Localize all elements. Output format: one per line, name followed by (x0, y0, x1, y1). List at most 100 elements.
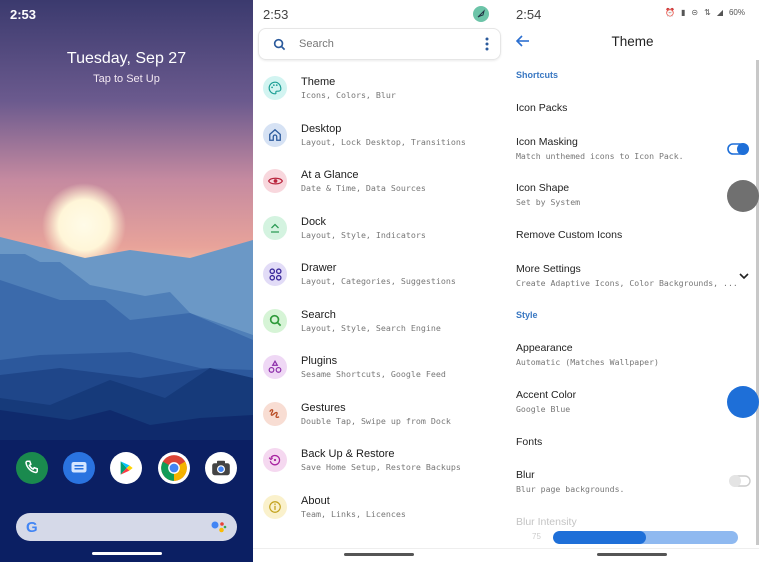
restore-icon (268, 455, 281, 466)
status-time: 2:53 (263, 7, 289, 22)
settings-screen: 2:53 Search Theme Icons, Colors, Blur Des… (253, 0, 506, 562)
dock (0, 452, 253, 484)
dnd-icon: ⊝ (691, 8, 699, 17)
lock-screen: 2:53 Tuesday, Sep 27 Tap to Set Up G (0, 0, 253, 562)
row-subtitle: Automatic (Matches Wallpaper) (516, 357, 659, 367)
play-store-icon (121, 461, 134, 475)
item-title: About (301, 494, 330, 507)
info-icon (269, 500, 281, 513)
row-title: Fonts (516, 436, 543, 448)
play-store-app[interactable] (110, 452, 143, 484)
blur-intensity-slider[interactable] (553, 531, 738, 544)
alarm-icon: ⏰ (665, 8, 676, 17)
row-subtitle: Set by System (516, 197, 581, 207)
search-placeholder: Search (299, 38, 334, 50)
row-title: Remove Custom Icons (516, 229, 623, 241)
more-vert-icon (485, 37, 489, 51)
icon-masking-toggle[interactable] (727, 142, 751, 156)
row-appearance[interactable]: Appearance Automatic (Matches Wallpaper) (516, 342, 749, 367)
settings-item-search[interactable]: Search Layout, Style, Search Engine (253, 298, 506, 345)
row-title: Icon Packs (516, 102, 568, 114)
blur-toggle[interactable] (727, 474, 751, 488)
item-title: Theme (301, 76, 336, 89)
status-time: 2:54 (516, 7, 542, 22)
item-subtitle: Layout, Style, Search Engine (301, 322, 441, 333)
item-title: Dock (301, 215, 327, 228)
settings-item-plugins[interactable]: Plugins Sesame Shortcuts, Google Feed (253, 344, 506, 391)
row-title: Appearance (516, 342, 573, 354)
settings-list: Theme Icons, Colors, Blur Desktop Layout, … (253, 65, 506, 530)
row-accent-color[interactable]: Accent Color Google Blue (516, 386, 759, 418)
item-subtitle: Layout, Lock Desktop, Transitions (301, 136, 466, 147)
tap-to-setup[interactable]: Tap to Set Up (0, 73, 253, 85)
settings-item-gestures[interactable]: Gestures Double Tap, Swipe up from Dock (253, 391, 506, 438)
row-title: Icon Masking (516, 136, 578, 148)
camera-app[interactable] (205, 452, 238, 484)
battery-text: 60% (728, 8, 745, 17)
item-subtitle: Team, Links, Licences (301, 508, 406, 519)
row-icon-packs[interactable]: Icon Packs (516, 102, 749, 114)
row-subtitle: Blur page backgrounds. (516, 484, 625, 494)
row-remove-custom-icons[interactable]: Remove Custom Icons (516, 229, 749, 241)
item-subtitle: Layout, Categories, Suggestions (301, 276, 456, 287)
row-subtitle: Google Blue (516, 404, 571, 414)
google-search-bar[interactable]: G (16, 513, 237, 541)
settings-item-backup-restore[interactable]: Back Up & Restore Save Home Setup, Restor… (253, 437, 506, 484)
assistant-icon[interactable] (211, 520, 227, 534)
row-fonts[interactable]: Fonts (516, 436, 749, 448)
eye-icon (267, 177, 283, 185)
row-title: Blur (516, 469, 535, 481)
row-blur-intensity: Blur Intensity (516, 516, 749, 528)
chrome-icon (161, 455, 187, 481)
item-title: At a Glance (301, 169, 359, 182)
row-title: More Settings (516, 263, 581, 275)
messages-app[interactable] (63, 452, 96, 484)
item-subtitle: Save Home Setup, Restore Backups (301, 462, 461, 473)
item-subtitle: Layout, Style, Indicators (301, 229, 426, 240)
dock-icon (271, 223, 279, 233)
row-icon-shape[interactable]: Icon Shape Set by System (516, 180, 759, 212)
home-icon (269, 128, 281, 141)
item-title: Desktop (301, 122, 342, 135)
settings-item-at-a-glance[interactable]: At a Glance Date & Time, Data Sources (253, 158, 506, 205)
item-title: Plugins (301, 355, 338, 368)
overflow-menu-button[interactable] (474, 37, 500, 51)
section-shortcuts: Shortcuts (516, 70, 559, 80)
palette-icon (268, 81, 282, 95)
settings-item-theme[interactable]: Theme Icons, Colors, Blur (253, 65, 506, 112)
item-title: Back Up & Restore (301, 448, 395, 461)
row-more-settings[interactable]: More Settings Create Adaptive Icons, Col… (516, 263, 749, 288)
item-subtitle: Date & Time, Data Sources (301, 183, 426, 194)
item-subtitle: Double Tap, Swipe up from Dock (301, 415, 451, 426)
settings-item-dock[interactable]: Dock Layout, Style, Indicators (253, 205, 506, 252)
chevron-down-icon[interactable] (739, 273, 749, 280)
google-logo-icon: G (26, 518, 38, 536)
gesture-bar[interactable] (92, 552, 162, 555)
gesture-bar[interactable] (597, 553, 667, 556)
shapes-icon (268, 360, 282, 374)
row-blur[interactable]: Blur Blur page backgrounds. (516, 469, 751, 494)
nav-divider (506, 548, 759, 549)
signal-icon: ◢ (716, 8, 723, 17)
settings-item-about[interactable]: About Team, Links, Licences (253, 484, 506, 531)
row-title: Accent Color (516, 389, 577, 401)
settings-item-drawer[interactable]: Drawer Layout, Categories, Suggestions (253, 251, 506, 298)
chrome-app[interactable] (157, 452, 190, 484)
row-title: Blur Intensity (516, 516, 577, 528)
slider-fill (553, 531, 646, 544)
gesture-bar[interactable] (344, 553, 414, 556)
settings-item-desktop[interactable]: Desktop Layout, Lock Desktop, Transitions (253, 112, 506, 159)
section-style: Style (516, 310, 538, 320)
row-icon-masking[interactable]: Icon Masking Match unthemed icons to Ico… (516, 136, 749, 161)
accent-color-swatch[interactable] (727, 386, 759, 418)
theme-screen: 2:54 ⏰ ▮ ⊝ ⇅ ◢ 60% Theme Shortcuts Icon … (506, 0, 759, 562)
phone-app[interactable] (15, 452, 48, 484)
launcher-avatar[interactable] (473, 6, 489, 22)
search-icon (269, 315, 281, 327)
nav-divider (253, 548, 506, 549)
icon-shape-swatch[interactable] (727, 180, 759, 212)
status-time: 2:53 (10, 7, 37, 22)
item-subtitle: Icons, Colors, Blur (301, 90, 396, 101)
settings-search-input[interactable]: Search (258, 28, 501, 60)
lock-date: Tuesday, Sep 27 (66, 50, 187, 67)
